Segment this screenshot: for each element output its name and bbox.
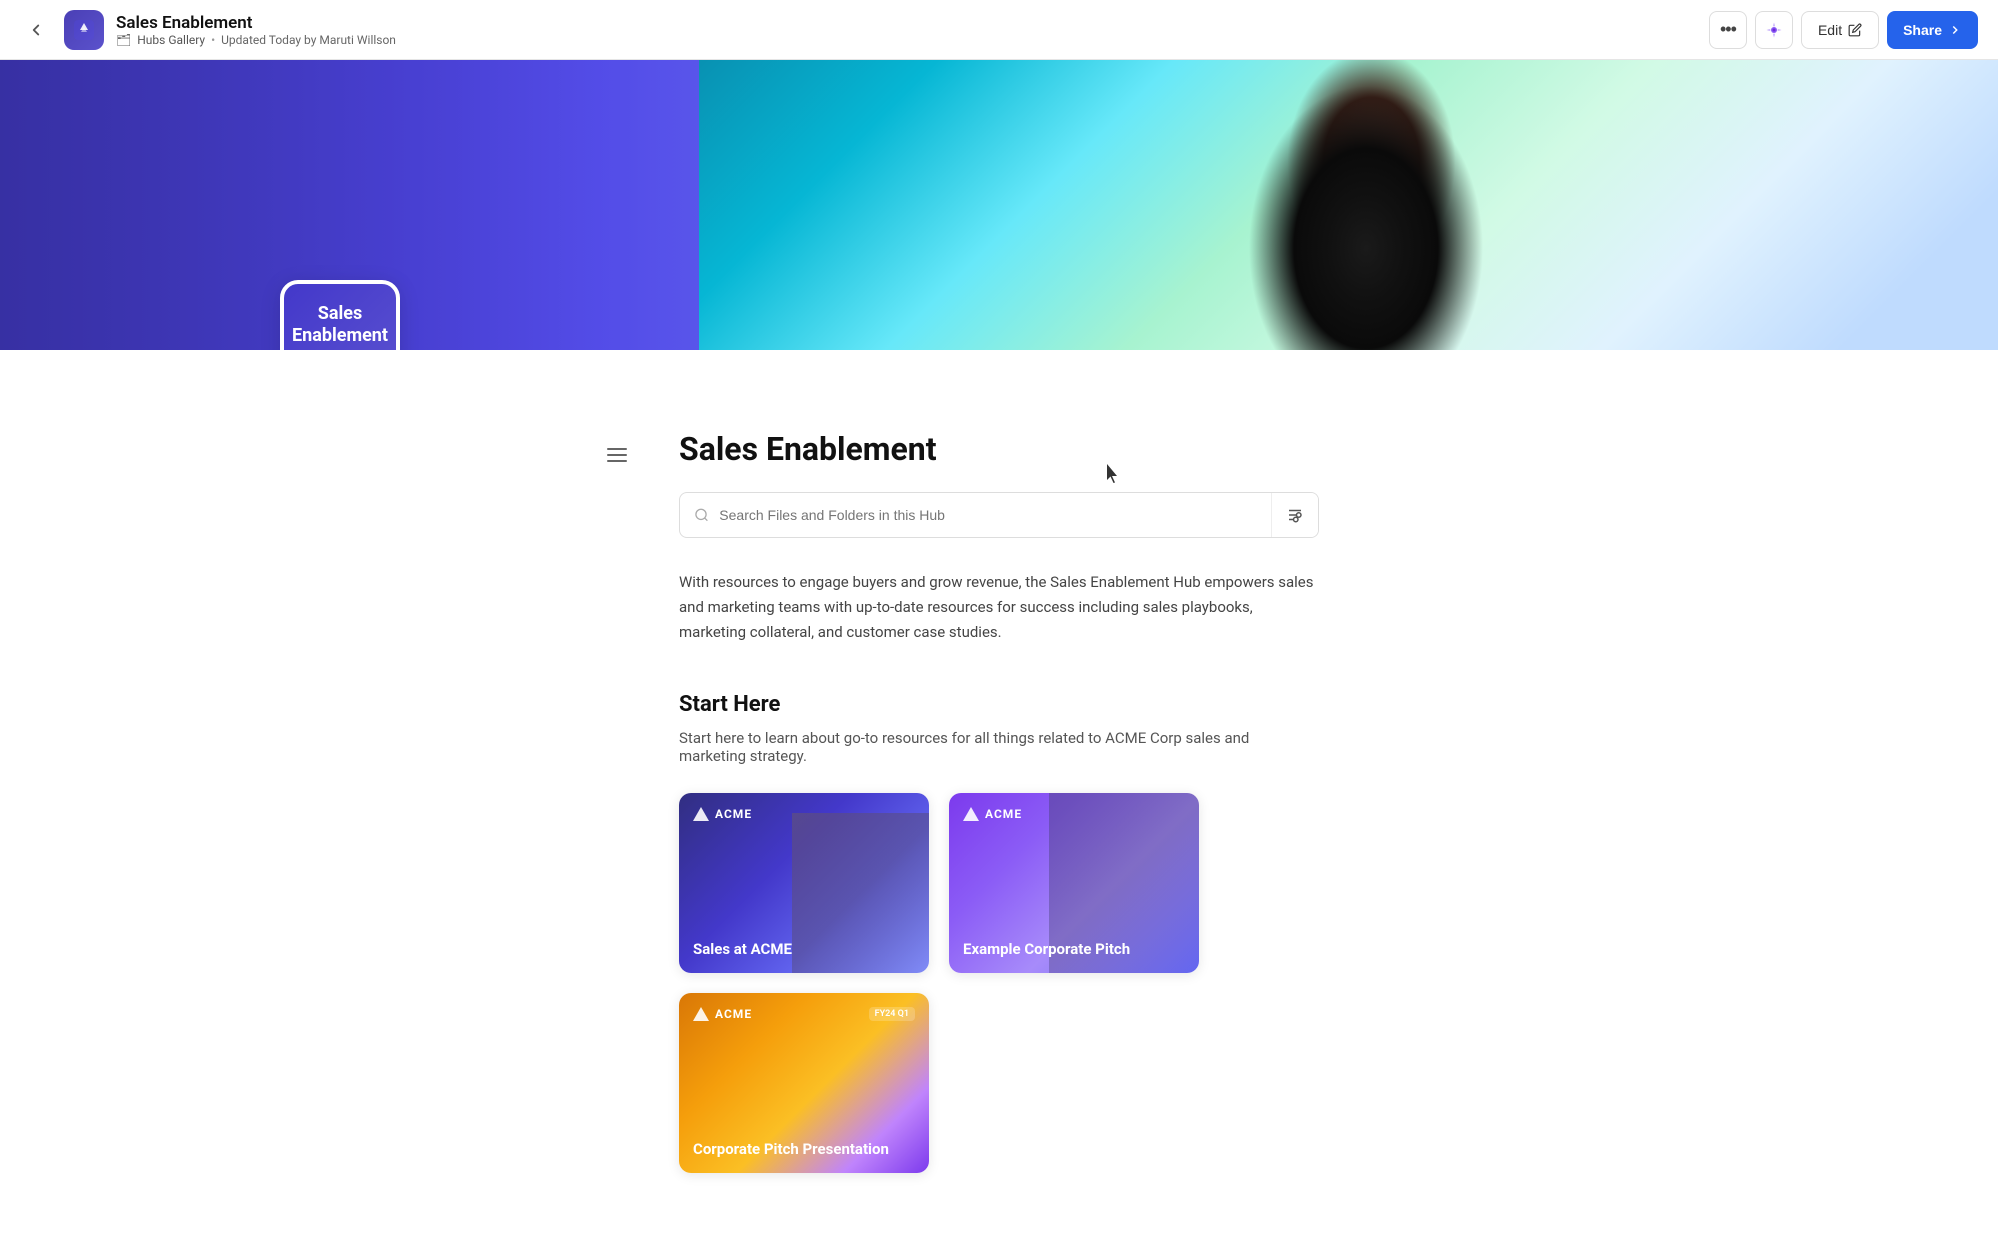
nav-subtitle: 🗂 Hubs Gallery • Updated Today by Maruti… [116, 33, 396, 47]
menu-line-2 [607, 454, 627, 456]
search-icon [694, 507, 709, 523]
topnav-right: ••• Edit Share [1709, 11, 1978, 49]
section-title: Start Here [679, 692, 1319, 717]
filter-button[interactable] [1271, 493, 1318, 537]
acme-triangle-icon-3 [693, 1007, 709, 1021]
nav-title-block: Sales Enablement 🗂 Hubs Gallery • Update… [116, 13, 396, 47]
acme-text-1: ACME [715, 807, 752, 821]
card-3-label: Corporate Pitch Presentation [693, 1140, 915, 1160]
nav-title: Sales Enablement [116, 13, 396, 33]
hero-person-area [899, 60, 1998, 350]
filter-icon [1286, 506, 1304, 524]
edit-icon [1848, 23, 1862, 37]
back-button[interactable] [20, 14, 52, 46]
hero-banner: Sales Enablement [0, 60, 1998, 350]
subtitle-dot: • [211, 33, 215, 47]
sidebar-toggle-button[interactable] [599, 440, 635, 470]
more-options-button[interactable]: ••• [1709, 11, 1747, 49]
menu-line-3 [607, 460, 627, 462]
edit-label: Edit [1818, 22, 1842, 38]
hub-description: With resources to engage buyers and grow… [679, 570, 1319, 644]
card-corporate-pitch-presentation[interactable]: ACME FY24 Q1 Corporate Pitch Presentatio… [679, 993, 929, 1173]
page-title: Sales Enablement [679, 430, 1319, 468]
menu-line-1 [607, 448, 627, 450]
card-3-badge: FY24 Q1 [869, 1007, 915, 1021]
search-input[interactable] [719, 495, 1257, 535]
acme-triangle-icon [693, 807, 709, 821]
hub-logo: Sales Enablement [280, 280, 400, 350]
hub-logo-line1: Sales [318, 304, 362, 324]
card-sales-at-acme[interactable]: ACME Sales at ACME [679, 793, 929, 973]
acme-text-3: ACME [715, 1007, 752, 1021]
card-1-acme-logo: ACME [693, 807, 752, 821]
content-area: Sales Enablement [679, 430, 1319, 1173]
hub-logo-line2: Enablement [292, 326, 388, 346]
main-wrapper: Sales Enablement [0, 350, 1998, 1213]
card-example-corporate-pitch[interactable]: ACME Example Corporate Pitch [949, 793, 1199, 973]
card-2-label: Example Corporate Pitch [963, 940, 1185, 960]
topnav-left: Sales Enablement 🗂 Hubs Gallery • Update… [20, 10, 396, 50]
section-desc: Start here to learn about go-to resource… [679, 729, 1319, 765]
more-icon: ••• [1720, 19, 1736, 40]
acme-text-2: ACME [985, 807, 1022, 821]
ai-icon [1765, 21, 1783, 39]
share-icon [1948, 23, 1962, 37]
breadcrumb-label[interactable]: Hubs Gallery [137, 33, 205, 47]
ai-button[interactable] [1755, 11, 1793, 49]
search-bar [679, 492, 1319, 538]
share-button[interactable]: Share [1887, 11, 1978, 49]
person-body [954, 60, 1778, 350]
card-2-acme-logo: ACME [963, 807, 1022, 821]
cards-grid: ACME Sales at ACME ACME Example Corporat… [679, 793, 1319, 1173]
main-content: Sales Enablement [399, 350, 1599, 1213]
edit-button[interactable]: Edit [1801, 11, 1879, 49]
acme-triangle-icon-2 [963, 807, 979, 821]
search-input-wrap [680, 495, 1271, 535]
hub-icon-small [64, 10, 104, 50]
hub-icon-svg [72, 18, 96, 42]
updated-label: Updated Today by Maruti Willson [221, 33, 396, 47]
card-3-acme-logo: ACME [693, 1007, 752, 1021]
hub-logo-container: Sales Enablement [280, 280, 400, 350]
hubs-gallery-icon: 🗂 [116, 33, 131, 47]
card-1-label: Sales at ACME [693, 940, 915, 960]
topnav: Sales Enablement 🗂 Hubs Gallery • Update… [0, 0, 1998, 60]
share-label: Share [1903, 22, 1942, 38]
